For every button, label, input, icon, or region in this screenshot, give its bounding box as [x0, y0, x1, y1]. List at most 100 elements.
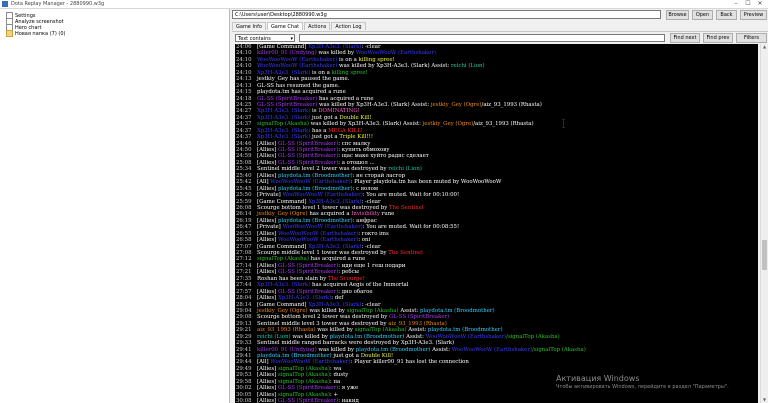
chat-segment: WooWooWooW (Earthshaker)	[270, 179, 351, 186]
chat-segment: Scourge bottom level 2 tower was destroy…	[257, 314, 390, 321]
chat-segment: aiz_93_1993 (Rhasta)	[257, 327, 316, 334]
path-bar: C:\Users\user\Desktop\2880990.w3g Browse…	[232, 9, 768, 21]
chat-segment: : You are muted. Wait for 00:08:55!	[362, 224, 460, 231]
find-next-button[interactable]: Find next	[670, 33, 700, 43]
chat-segment: /signalTop (Akasha)	[532, 346, 586, 353]
chat-segment: : ребсы	[338, 269, 359, 276]
chat-segment: Xp3H-A3e3. (Slark)	[257, 69, 311, 76]
scroll-thumb[interactable]	[762, 240, 767, 270]
chat-segment: GL-SS (SpiritBreaker)	[277, 262, 339, 269]
chat-segment: : Player playdota.tm has been muted by W…	[350, 179, 502, 186]
chat-segment: Xp3H-A3e3. (Slark)	[277, 295, 332, 302]
browse-button[interactable]: Browse	[666, 10, 689, 20]
chat-segment: Sentinel middle level 3 tower was destro…	[257, 320, 389, 327]
chat-segment: [Private]	[257, 192, 283, 199]
chat-segment: playdota.tm has acquired a rune	[257, 89, 346, 96]
chat-segment: WooWooWooW (Earthshaker)	[257, 56, 338, 63]
find-prev-button[interactable]: Find prev	[703, 33, 733, 43]
tab-action-log[interactable]: Action Log	[331, 22, 366, 30]
chat-segment: signalTop (Akasha)	[277, 391, 330, 398]
chat-segment: GL-SS (SpiritBreaker)	[257, 95, 318, 102]
open-button[interactable]: Open	[692, 10, 713, 20]
chat-segment: jestkiy_Gey has paused the game.	[257, 76, 350, 83]
preview-button[interactable]: Preview	[740, 10, 767, 20]
chat-segment: [Allies]	[257, 262, 278, 269]
chat-segment: [Allies]	[257, 159, 278, 166]
maximize-icon[interactable]: ☐	[742, 0, 754, 8]
chat-segment: /signalTop (Akasha)	[506, 333, 560, 340]
chat-segment: GL-SS (SpiritBreaker)	[277, 140, 339, 147]
chat-segment: GL-SS (SpiritBreaker)	[277, 398, 339, 403]
chat-segment: WooWooWooW (Earthshaker)	[282, 192, 363, 199]
close-icon[interactable]: ✕	[754, 0, 766, 8]
tab-game-chat[interactable]: Game Chat	[266, 22, 304, 30]
chat-segment: WooWooWooW (Earthshaker)	[425, 333, 506, 340]
chat-segment: : oni	[358, 237, 371, 244]
chat-segment: : с волом	[352, 185, 379, 192]
chat-segment: playdota.tm (Broodmother)	[427, 327, 503, 334]
chat-segment: was killed by Xp3H-A3e3. (Slark) Assist:	[337, 63, 451, 70]
chat-scrollbar[interactable]: ▲ ▼	[760, 44, 768, 403]
chat-segment: has acquired a	[307, 211, 352, 218]
chat-segment: [Allies]	[257, 391, 278, 398]
chat-segment: killer00_91 (Undying)	[257, 346, 317, 353]
chat-segment: Xp3H-A3e3. (Slark)	[308, 301, 362, 308]
chat-segment: signalTop (Akasha)	[354, 327, 407, 334]
chat-segment: Xp3H-A3e3. (Slark)	[257, 114, 311, 121]
scroll-up-icon[interactable]: ▲	[761, 44, 768, 50]
chat-segment: just got a	[310, 114, 340, 121]
tree-item-folder[interactable]: Новая папка (7) (0)	[6, 30, 65, 37]
chat-segment: playdota.tm (Broodmother)	[329, 333, 405, 340]
chat-segment: jestkiy_Gey (Ogre)	[422, 121, 474, 128]
chat-segment: WooWooWooW (Earthshaker)	[355, 50, 437, 57]
chat-segment: : иди еще 1 геш подари	[338, 262, 406, 269]
chat-segment: [All]	[257, 179, 271, 186]
chat-segment: aiz_93_1993 (Rhasta)	[388, 320, 447, 327]
chat-segment: Xp3H-A3e3. (Slark)	[257, 282, 311, 289]
chat-segment: : накид	[338, 398, 359, 403]
tab-actions[interactable]: Actions	[304, 22, 331, 30]
chat-segment: playdota.tm (Broodmother)	[355, 346, 431, 353]
tab-strip: Game Info Game Chat Actions Action Log	[232, 22, 367, 30]
chat-segment: just got a	[310, 134, 340, 141]
chat-segment: : не сторай ласгор	[352, 172, 406, 179]
chat-segment: [Allies]	[257, 398, 278, 403]
chat-segment: GL-SS has resumed the game.	[257, 82, 340, 89]
chat-segment: Assist:	[404, 333, 426, 340]
chat-segment: : я уже	[338, 385, 359, 392]
filters-button[interactable]: Filters	[736, 33, 767, 43]
chat-segment: /aiz_93_1993 (Rhasta)	[481, 101, 542, 108]
chat-segment: killing spree!	[331, 69, 368, 76]
chat-segment: : dusty	[329, 372, 349, 379]
chat-segment: : а отошол ...	[338, 159, 375, 166]
filter-mode-select[interactable]: Text contains	[235, 34, 295, 43]
chat-segment: [Allies]	[257, 295, 278, 302]
chat-segment: /aiz_93_1993 (Rhasta)	[473, 121, 534, 128]
chat-segment: WooWooWooW (Earthshaker)	[451, 346, 533, 353]
chat-segment: : Player killer00_91 has lost the connec…	[350, 359, 469, 366]
chat-segment: : -clear	[361, 243, 381, 250]
replay-tree: Settings Analyze screenshot Hero chart Н…	[0, 9, 230, 403]
back-button[interactable]: Back	[716, 10, 737, 20]
chat-segment: [Allies]	[257, 153, 278, 160]
chat-segment: Xp3H-A3e3. (Slark)	[257, 108, 311, 115]
chat-segment: The Sentinel	[389, 204, 424, 211]
chat-segment: [Allies]	[257, 365, 278, 372]
window-title: Dota Replay Manager - 2880990.w3g	[11, 1, 105, 7]
tab-game-info[interactable]: Game Info	[232, 22, 266, 30]
chat-segment: was killed by	[316, 50, 356, 57]
chat-segment: [Game Command]	[257, 301, 309, 308]
chat-segment: : анфрас	[352, 217, 377, 224]
chat-segment: The Sentinel	[388, 250, 423, 256]
scroll-down-icon[interactable]: ▼	[761, 397, 768, 403]
chat-segment: Xp3H-A3e3. (Slark)	[257, 127, 311, 134]
minimize-icon[interactable]: –	[730, 0, 742, 8]
replay-path-input[interactable]: C:\Users\user\Desktop\2880990.w3g	[232, 10, 661, 19]
chat-segment: [Game Command]	[257, 243, 309, 250]
main-panel: C:\Users\user\Desktop\2880990.w3g Browse…	[232, 9, 768, 403]
filter-text-input[interactable]	[299, 34, 665, 42]
chat-segment: was killed by	[315, 327, 355, 334]
chat-log[interactable]: 24:06 [Game Command] Xp3H-A3e3. (Slark): …	[235, 44, 758, 403]
chat-segment: [Allies]	[257, 172, 278, 179]
chat-segment: [All]	[257, 359, 271, 366]
